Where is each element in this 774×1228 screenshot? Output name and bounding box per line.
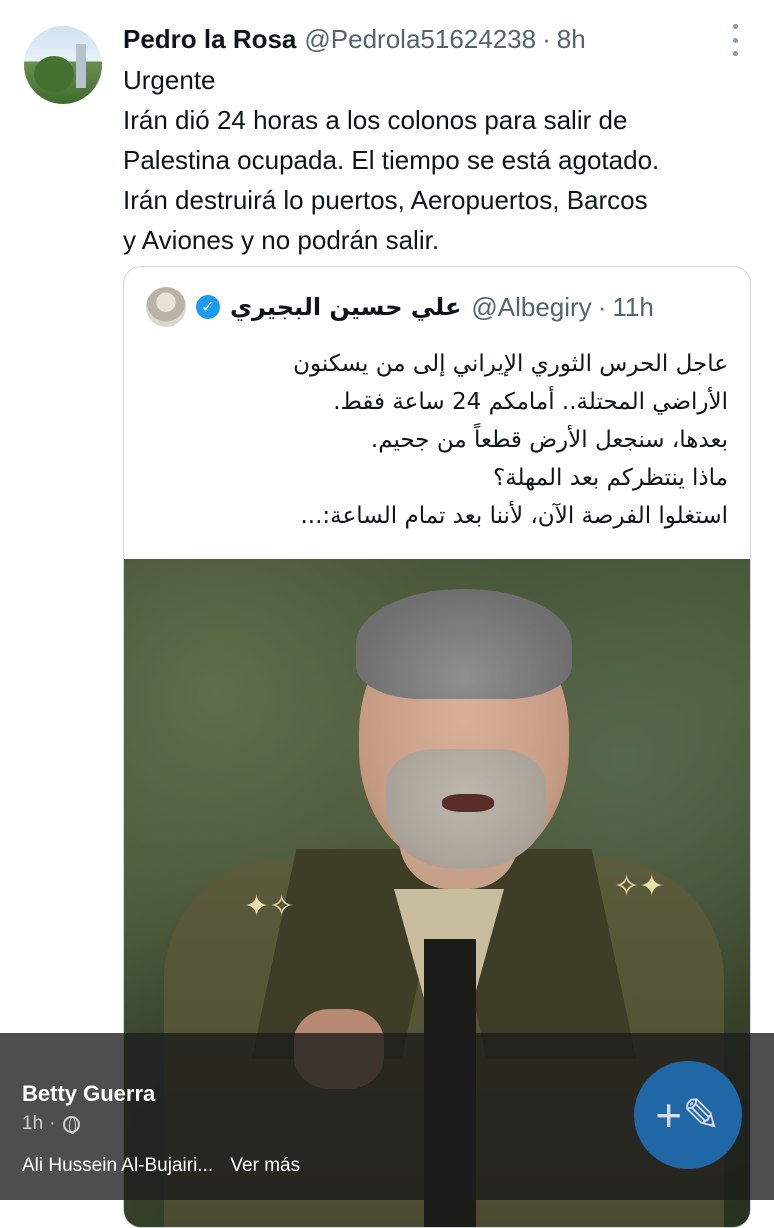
quoted-tweet-time[interactable]: 11h <box>612 292 653 323</box>
quoted-tweet-header: ✓ علي حسين البجيري @Albegiry · 11h <box>146 285 654 329</box>
avatar-tower <box>76 44 86 88</box>
quoted-author-avatar[interactable] <box>146 287 186 327</box>
quoted-line: الأراضي المحتلة.. أمامكم 24 ساعة فقط. <box>333 389 728 415</box>
tweet-line: Palestina ocupada. El tiempo se está ago… <box>123 145 660 175</box>
tweet-text: Urgente Irán dió 24 horas a los colonos … <box>123 60 763 260</box>
verified-badge-icon: ✓ <box>196 295 220 319</box>
tweet-header: Pedro la Rosa @Pedrola51624238 · 8h <box>123 22 586 56</box>
feather-plus-icon: +✎ <box>655 1089 721 1141</box>
collar-insignia-right: ✧✦ <box>614 870 665 903</box>
compose-button[interactable]: +✎ <box>634 1061 742 1169</box>
tweet-line: y Aviones y no podrán salir. <box>123 225 440 255</box>
quoted-line: ماذا ينتظركم بعد المهلة؟ <box>492 465 728 491</box>
post-meta: 1h · <box>22 1113 81 1135</box>
collar-insignia-left: ✦✧ <box>244 890 295 923</box>
tweet-line: Irán destruirá lo puertos, Aeropuertos, … <box>123 185 648 215</box>
quoted-author-name[interactable]: علي حسين البجيري <box>230 293 461 321</box>
author-avatar[interactable] <box>24 26 102 104</box>
author-handle[interactable]: @Pedrola51624238 <box>304 24 536 55</box>
quoted-line: استغلوا الفرصة الآن، لأننا بعد تمام السا… <box>300 503 729 529</box>
avatar-tree <box>34 56 74 92</box>
caption-text: Ali Hussein Al-Bujairi... <box>22 1155 214 1176</box>
header-separator: · <box>542 23 551 54</box>
tweet-line: Urgente <box>123 65 216 95</box>
post-caption: Ali Hussein Al-Bujairi... Ver más <box>22 1155 300 1177</box>
globe-icon <box>63 1115 81 1134</box>
poster-name[interactable]: Betty Guerra <box>22 1081 155 1107</box>
more-options-icon[interactable] <box>728 24 742 56</box>
tweet-time[interactable]: 8h <box>557 24 586 55</box>
photo-hair <box>356 589 572 699</box>
photo-mouth <box>442 794 494 812</box>
quoted-header-separator: · <box>597 291 607 322</box>
quoted-line: عاجل الحرس الثوري الإيراني إلى من يسكنون <box>293 351 728 377</box>
quoted-line: بعدها، سنجعل الأرض قطعاً من جحيم. <box>370 427 728 453</box>
author-name[interactable]: Pedro la Rosa <box>123 24 296 55</box>
post-time[interactable]: 1h <box>22 1113 43 1135</box>
quoted-author-handle[interactable]: @Albegiry <box>471 292 591 323</box>
meta-separator: · <box>49 1113 56 1134</box>
see-more-link[interactable]: Ver más <box>230 1155 300 1176</box>
tweet-line: Irán dió 24 horas a los colonos para sal… <box>123 105 628 135</box>
quoted-tweet-text: عاجل الحرس الثوري الإيراني إلى من يسكنون… <box>148 345 728 535</box>
